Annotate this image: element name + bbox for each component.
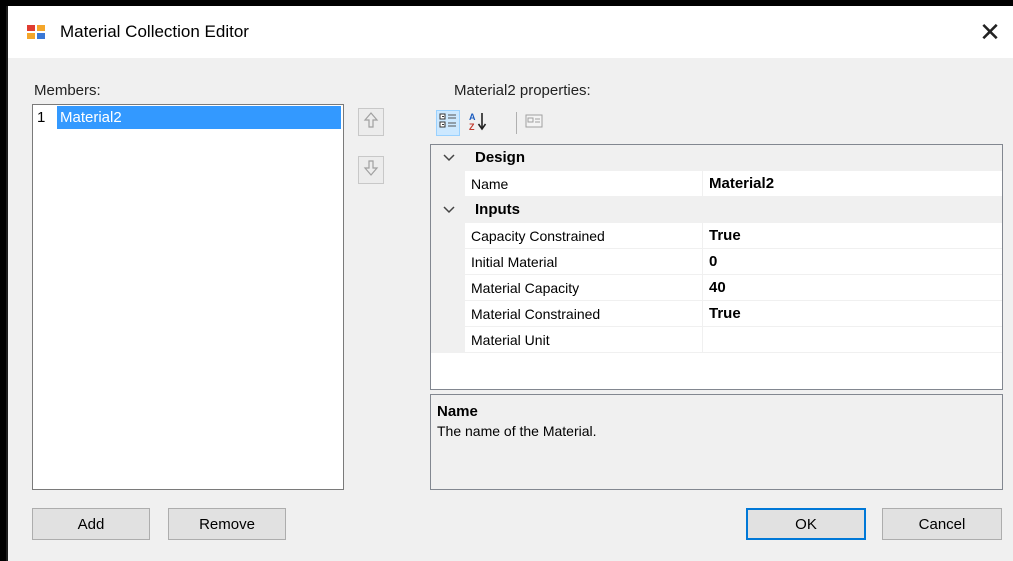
description-title: Name — [437, 403, 478, 420]
chevron-down-icon[interactable] — [441, 201, 457, 217]
alphabetical-view-button[interactable]: A Z — [466, 110, 490, 136]
description-text: The name of the Material. — [437, 423, 597, 439]
property-toolbar: A Z — [436, 110, 598, 138]
property-row-initial-material[interactable]: Initial Material 0 — [431, 249, 1002, 275]
property-name: Capacity Constrained — [465, 223, 703, 249]
property-value[interactable] — [703, 327, 1002, 353]
property-value[interactable]: Material2 — [703, 171, 1002, 197]
property-row-name[interactable]: Name Material2 — [431, 171, 1002, 197]
category-inputs[interactable]: Inputs — [431, 197, 1002, 223]
category-label: Design — [475, 149, 526, 166]
remove-button[interactable]: Remove — [168, 508, 286, 540]
svg-text:A: A — [469, 112, 476, 122]
member-index: 1 — [37, 109, 46, 126]
property-name: Material Unit — [465, 327, 703, 353]
categorized-icon — [439, 112, 457, 134]
category-design[interactable]: Design — [431, 145, 1002, 171]
property-grid[interactable]: Design Name Material2 Inputs Capacity Co… — [430, 144, 1003, 390]
properties-label: Material2 properties: — [454, 82, 591, 99]
title-bar: Material Collection Editor ✕ — [8, 6, 1013, 58]
property-name: Initial Material — [465, 249, 703, 275]
app-icon — [26, 23, 48, 41]
window-title: Material Collection Editor — [60, 22, 249, 41]
property-value[interactable]: 40 — [703, 275, 1002, 301]
categorized-view-button[interactable] — [436, 110, 460, 136]
material-collection-editor-window: Material Collection Editor ✕ Members: 1 … — [6, 6, 1013, 561]
property-pages-icon — [525, 113, 543, 133]
arrow-down-icon — [363, 159, 379, 181]
arrow-up-icon — [363, 111, 379, 133]
property-row-material-capacity[interactable]: Material Capacity 40 — [431, 275, 1002, 301]
list-item[interactable]: 1 Material2 — [33, 105, 343, 130]
property-name: Material Constrained — [465, 301, 703, 327]
add-button[interactable]: Add — [32, 508, 150, 540]
property-row-material-unit[interactable]: Material Unit — [431, 327, 1002, 353]
property-value[interactable]: True — [703, 301, 1002, 327]
property-row-material-constrained[interactable]: Material Constrained True — [431, 301, 1002, 327]
svg-text:Z: Z — [469, 122, 475, 131]
members-label: Members: — [34, 82, 101, 99]
cancel-button[interactable]: Cancel — [882, 508, 1002, 540]
property-value[interactable]: True — [703, 223, 1002, 249]
property-name: Material Capacity — [465, 275, 703, 301]
category-label: Inputs — [475, 201, 520, 218]
chevron-down-icon[interactable] — [441, 149, 457, 165]
toolbar-separator — [516, 112, 517, 134]
property-value[interactable]: 0 — [703, 249, 1002, 275]
description-panel: Name The name of the Material. — [430, 394, 1003, 490]
sort-alphabetical-icon: A Z — [468, 111, 488, 135]
members-list[interactable]: 1 Material2 — [32, 104, 344, 490]
property-name: Name — [465, 171, 703, 197]
close-icon[interactable]: ✕ — [967, 6, 1013, 58]
move-down-button[interactable] — [358, 156, 384, 184]
move-up-button[interactable] — [358, 108, 384, 136]
ok-button[interactable]: OK — [746, 508, 866, 540]
property-row-capacity-constrained[interactable]: Capacity Constrained True — [431, 223, 1002, 249]
member-name[interactable]: Material2 — [57, 106, 341, 129]
property-pages-button[interactable] — [522, 110, 546, 136]
